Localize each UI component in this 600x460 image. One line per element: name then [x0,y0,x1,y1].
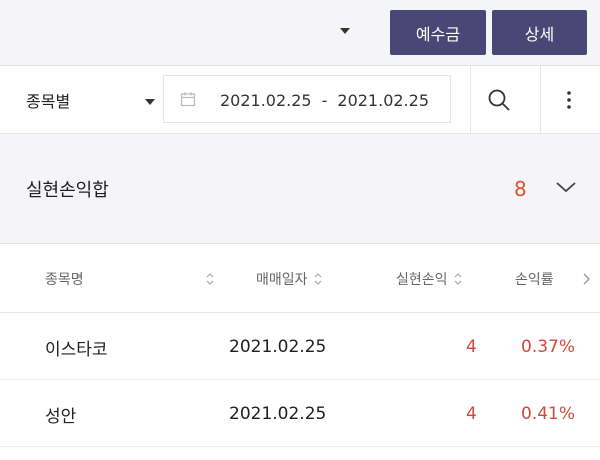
summary-section: 실현손익합 8 [0,134,600,244]
more-options-button[interactable] [540,66,598,134]
realized-pnl: 4 [466,404,477,424]
date-range-field[interactable]: 2021.02.25 - 2021.02.25 [163,75,451,123]
deposit-button[interactable]: 예수금 [390,10,486,55]
column-header-trade-date[interactable]: 매매일자 [256,245,322,313]
stock-name: 성안 [45,406,77,427]
filter-bar: 종목별 2021.02.25 - 2021.02.25 [0,66,600,134]
date-to: 2021.02.25 [337,90,429,110]
sort-icon[interactable] [454,272,462,286]
top-bar: 예수금 상세 [0,0,600,66]
chevron-down-icon[interactable] [555,179,577,195]
column-label: 실현손익 [396,272,448,288]
realized-pnl-sum-value: 8 [514,177,527,201]
detail-button[interactable]: 상세 [492,10,587,55]
stock-filter-select[interactable]: 종목별 [26,66,70,134]
date-separator: - [321,90,328,110]
date-from: 2021.02.25 [220,90,312,110]
trade-date: 2021.02.25 [229,404,327,424]
sort-icon[interactable] [206,272,214,286]
stock-name: 이스타코 [45,339,108,360]
return-rate: 0.41% [521,404,576,424]
table-header: 종목명 매매일자 실현손익 손익률 [0,245,600,313]
more-vertical-icon [567,91,571,109]
chevron-right-icon[interactable] [582,272,591,286]
realized-pnl-sum-label: 실현손익합 [26,180,109,201]
column-label: 손익률 [515,272,554,288]
realized-pnl: 4 [466,337,477,357]
column-header-stock-name[interactable]: 종목명 [45,245,84,313]
column-label: 매매일자 [256,272,308,288]
search-icon [488,89,510,111]
stock-filter-label: 종목별 [26,92,71,111]
column-header-return-rate[interactable]: 손익률 [515,245,554,313]
table-row[interactable]: 이스타코 2021.02.25 4 0.37% [0,314,600,380]
account-dropdown-caret-icon[interactable] [340,28,350,34]
table-row[interactable]: 성안 2021.02.25 4 0.41% [0,381,600,447]
column-label: 종목명 [45,272,84,288]
return-rate: 0.37% [521,337,576,357]
sort-icon[interactable] [314,272,322,286]
search-button[interactable] [470,66,528,134]
chevron-down-icon[interactable] [145,99,155,105]
column-header-realized-pnl[interactable]: 실현손익 [396,245,462,313]
trade-date: 2021.02.25 [229,337,327,357]
calendar-icon [180,92,196,107]
date-range-text: 2021.02.25 - 2021.02.25 [220,76,429,124]
